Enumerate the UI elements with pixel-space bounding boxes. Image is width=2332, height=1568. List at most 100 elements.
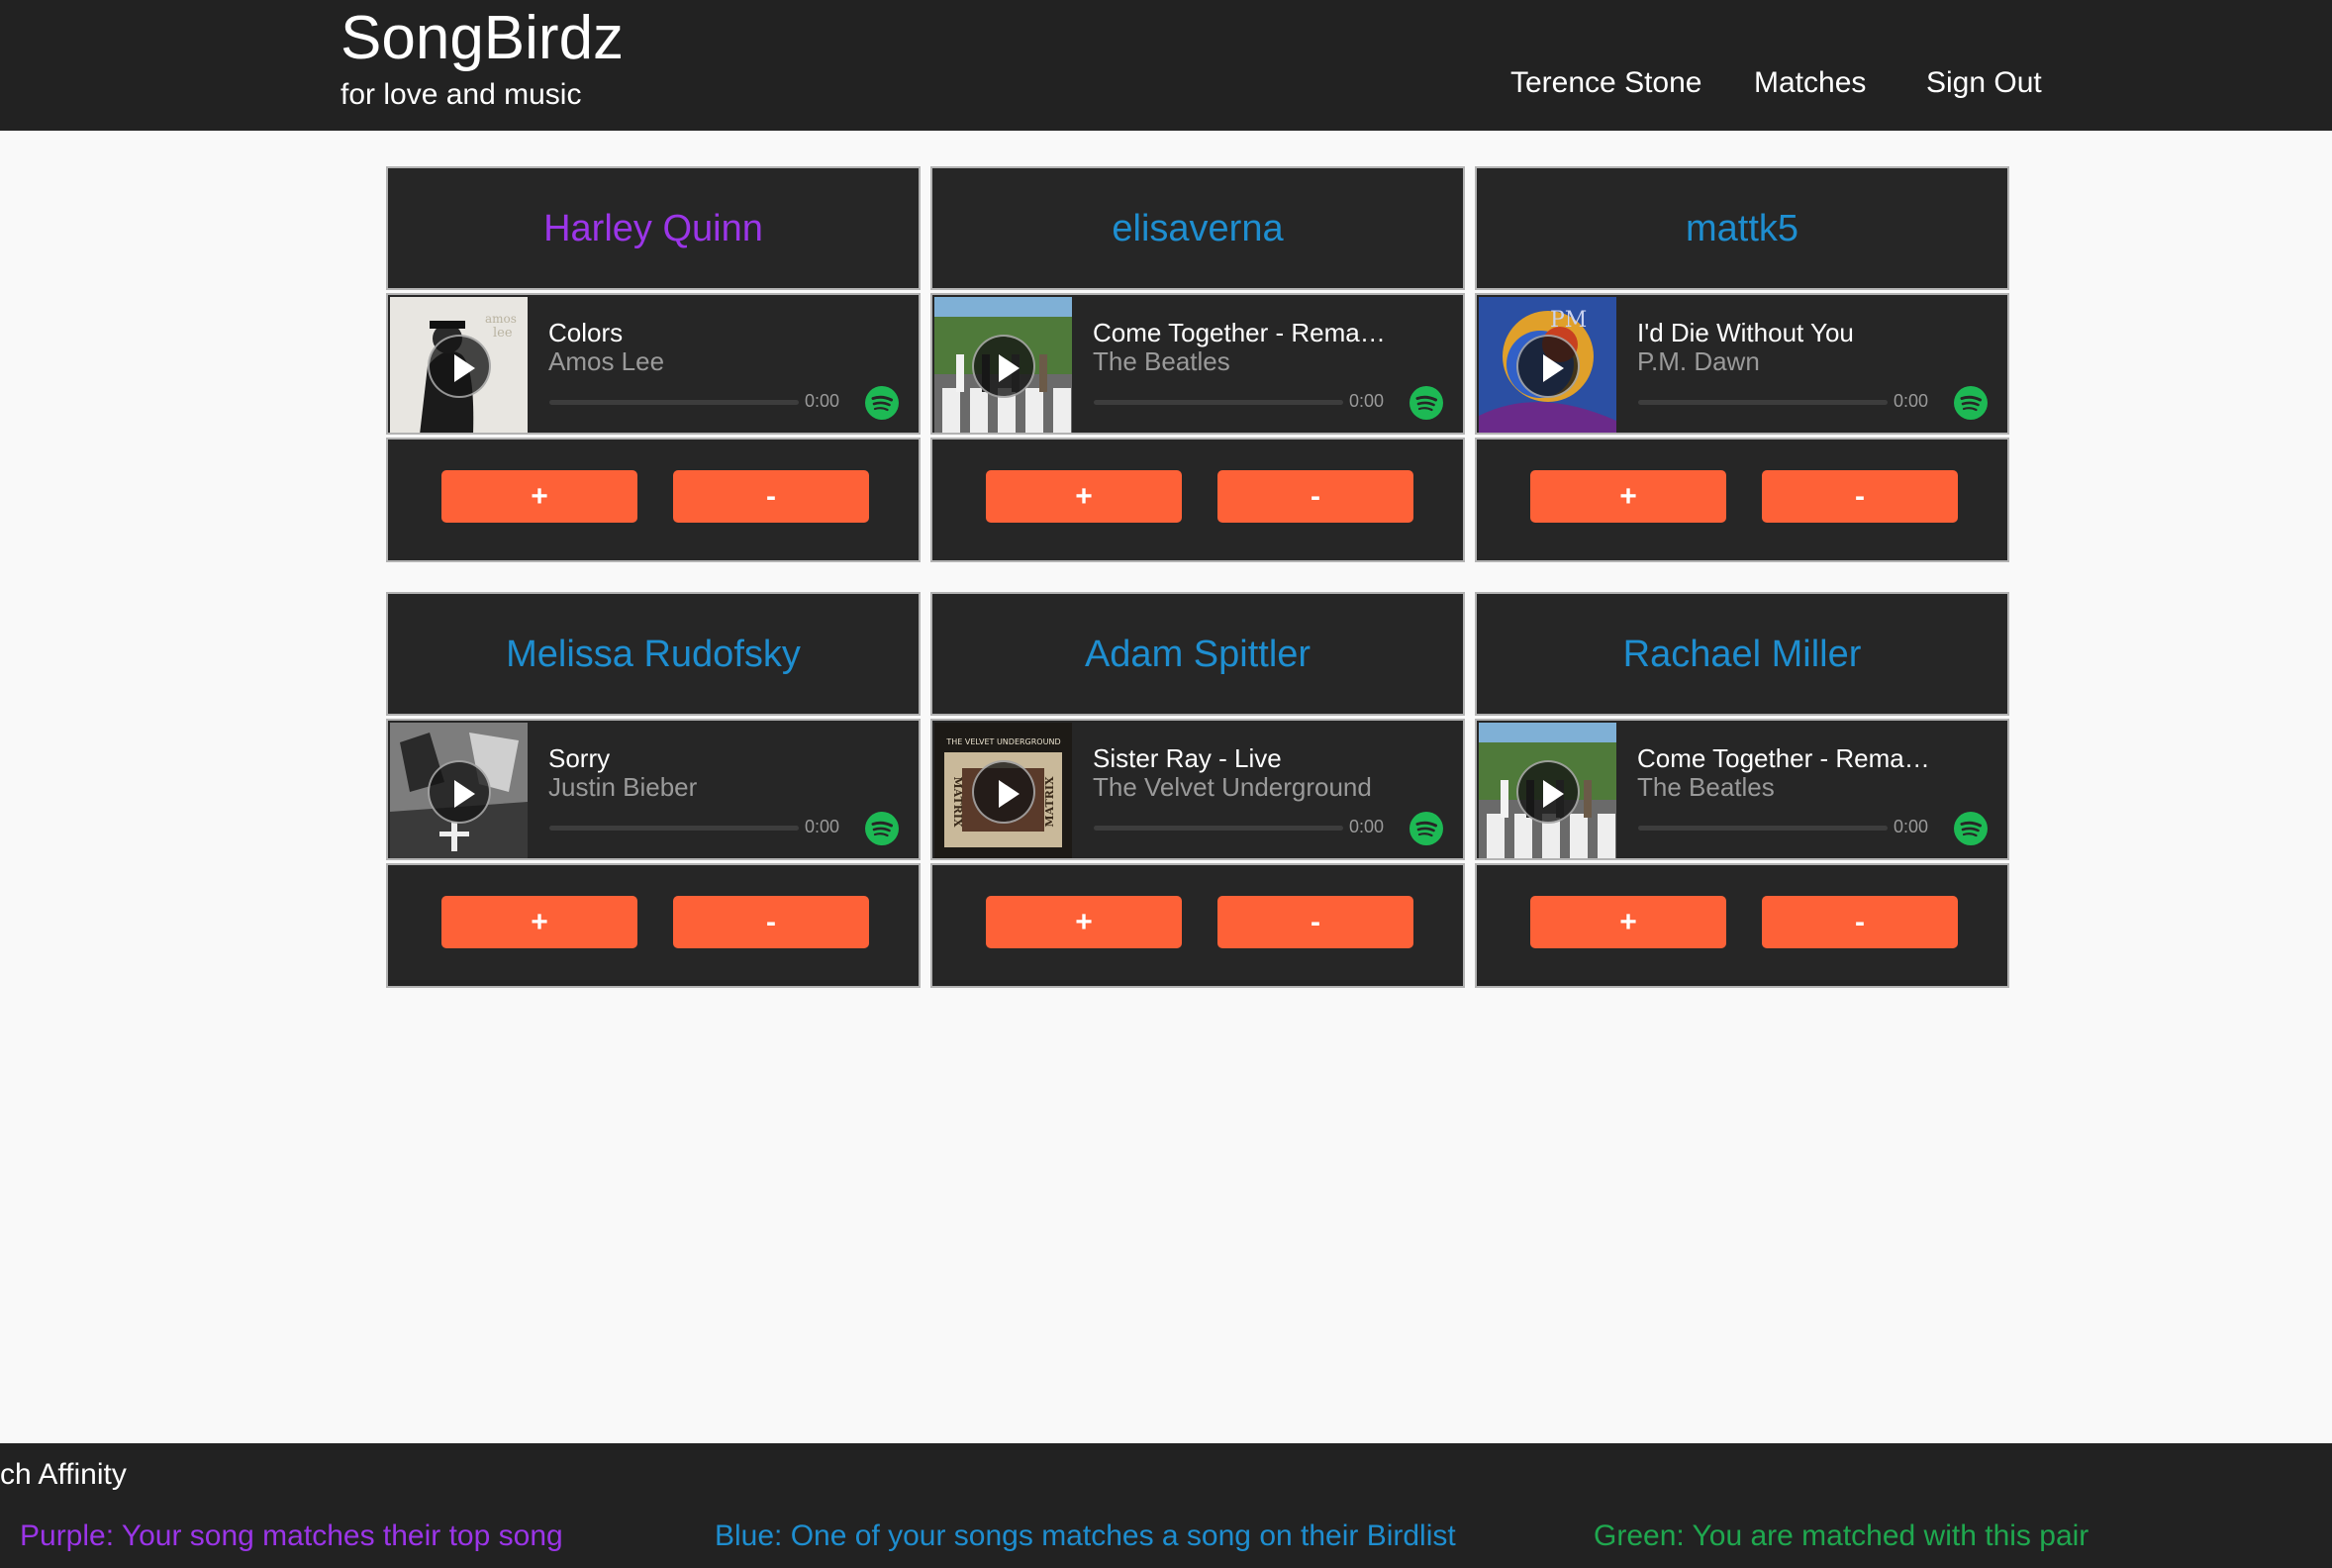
vote-actions: + - [1475,863,2009,988]
track-title: Sorry [548,743,611,773]
card-name-header: elisaverna [930,166,1465,290]
legend-purple: Purple: Your song matches their top song [20,1519,563,1552]
elapsed-time: 0:00 [1894,817,1929,836]
progress-bar[interactable] [549,826,799,831]
nav-user-profile[interactable]: Terence Stone [1510,65,1701,101]
match-username[interactable]: elisaverna [1112,207,1283,250]
play-icon [454,354,475,382]
vote-actions: + - [386,438,921,562]
like-button[interactable]: + [1530,896,1726,948]
match-card: Adam Spittler THE VELVET UNDERGROUND MATR… [930,592,1465,988]
track-title: Come Together - Remast... [1093,318,1390,347]
svg-text:PM: PM [1550,308,1587,333]
play-button[interactable] [972,760,1035,824]
svg-text:THE VELVET UNDERGROUND: THE VELVET UNDERGROUND [945,737,1060,746]
spotify-player: Come Together - Remast... The Beatles 0:… [1475,719,2009,860]
svg-text:amos: amos [485,312,517,326]
track-artist: The Beatles [1093,346,1230,376]
vote-actions: + - [930,863,1465,988]
elapsed-time: 0:00 [1894,391,1929,411]
track-title: Come Together - Remast... [1637,743,1934,773]
match-username[interactable]: Rachael Miller [1623,633,1862,676]
spotify-player: Sorry Justin Bieber 0:00 [386,719,921,860]
elapsed-time: 0:00 [1349,391,1385,411]
track-title: Sister Ray - Live [1093,743,1282,773]
dislike-button[interactable]: - [1762,470,1958,523]
vote-actions: + - [930,438,1465,562]
dislike-button[interactable]: - [1217,470,1413,523]
match-username[interactable]: Harley Quinn [543,207,763,250]
vote-actions: + - [386,863,921,988]
spotify-icon[interactable] [1953,385,1989,421]
play-button[interactable] [972,335,1035,398]
track-artist: Justin Bieber [548,772,698,802]
footer-heading: ch Affinity [0,1458,127,1491]
match-username[interactable]: Adam Spittler [1085,633,1311,676]
spotify-player: Come Together - Remast... The Beatles 0:… [930,293,1465,435]
nav-sign-out[interactable]: Sign Out [1926,65,2042,101]
track-title: I'd Die Without You [1637,318,1854,347]
play-button[interactable] [1516,760,1580,824]
card-name-header: Adam Spittler [930,592,1465,716]
dislike-button[interactable]: - [1762,896,1958,948]
progress-bar[interactable] [1094,826,1343,831]
svg-text:lee: lee [493,326,513,341]
affinity-footer: ch Affinity Purple: Your song matches th… [0,1443,2332,1568]
dislike-button[interactable]: - [673,896,869,948]
match-username[interactable]: mattk5 [1686,207,1798,250]
track-artist: The Beatles [1637,772,1775,802]
spotify-player: amos lee Colors Amos Lee 0:00 [386,293,921,435]
dislike-button[interactable]: - [673,470,869,523]
brand-title[interactable]: SongBirdz [340,4,624,73]
like-button[interactable]: + [986,470,1182,523]
match-username[interactable]: Melissa Rudofsky [506,633,801,676]
match-card: Harley Quinn amos lee Colors Amos Lee 0:0… [386,166,921,562]
match-card: Rachael Miller Come Together - Remast...… [1475,592,2009,988]
play-icon [1543,354,1564,382]
progress-bar[interactable] [1094,400,1343,405]
spotify-icon[interactable] [864,385,900,421]
elapsed-time: 0:00 [1349,817,1385,836]
track-artist: The Velvet Underground [1093,772,1372,802]
spotify-icon[interactable] [1409,385,1444,421]
play-button[interactable] [428,760,491,824]
legend-blue: Blue: One of your songs matches a song o… [715,1519,1456,1552]
progress-bar[interactable] [1638,826,1888,831]
spotify-icon[interactable] [1953,811,1989,846]
progress-bar[interactable] [1638,400,1888,405]
play-icon [1543,780,1564,808]
dislike-button[interactable]: - [1217,896,1413,948]
spotify-icon[interactable] [864,811,900,846]
like-button[interactable]: + [1530,470,1726,523]
elapsed-time: 0:00 [805,391,840,411]
like-button[interactable]: + [441,470,637,523]
top-navbar: SongBirdz for love and music Terence Sto… [0,0,2332,131]
card-name-header: Harley Quinn [386,166,921,290]
play-icon [999,354,1020,382]
like-button[interactable]: + [441,896,637,948]
progress-bar[interactable] [549,400,799,405]
play-button[interactable] [428,335,491,398]
card-name-header: Melissa Rudofsky [386,592,921,716]
spotify-icon[interactable] [1409,811,1444,846]
svg-text:MATRIX: MATRIX [1043,776,1056,828]
match-card: elisaverna Come Together - Remast... The… [930,166,1465,562]
track-artist: Amos Lee [548,346,665,376]
match-card: Melissa Rudofsky Sorry Justin Bieber 0:0… [386,592,921,988]
card-name-header: Rachael Miller [1475,592,2009,716]
play-button[interactable] [1516,335,1580,398]
elapsed-time: 0:00 [805,817,840,836]
play-icon [454,780,475,808]
brand-tagline: for love and music [340,78,582,111]
card-name-header: mattk5 [1475,166,2009,290]
nav-matches[interactable]: Matches [1754,65,1866,101]
svg-text:MATRIX: MATRIX [951,776,964,828]
like-button[interactable]: + [986,896,1182,948]
vote-actions: + - [1475,438,2009,562]
legend-green: Green: You are matched with this pair [1594,1519,2089,1552]
play-icon [999,780,1020,808]
match-card: mattk5 PM I'd Die Without You P.M. Dawn … [1475,166,2009,562]
spotify-player: PM I'd Die Without You P.M. Dawn 0:00 [1475,293,2009,435]
spotify-player: THE VELVET UNDERGROUND MATRIX MATRIX Siste… [930,719,1465,860]
track-artist: P.M. Dawn [1637,346,1760,376]
